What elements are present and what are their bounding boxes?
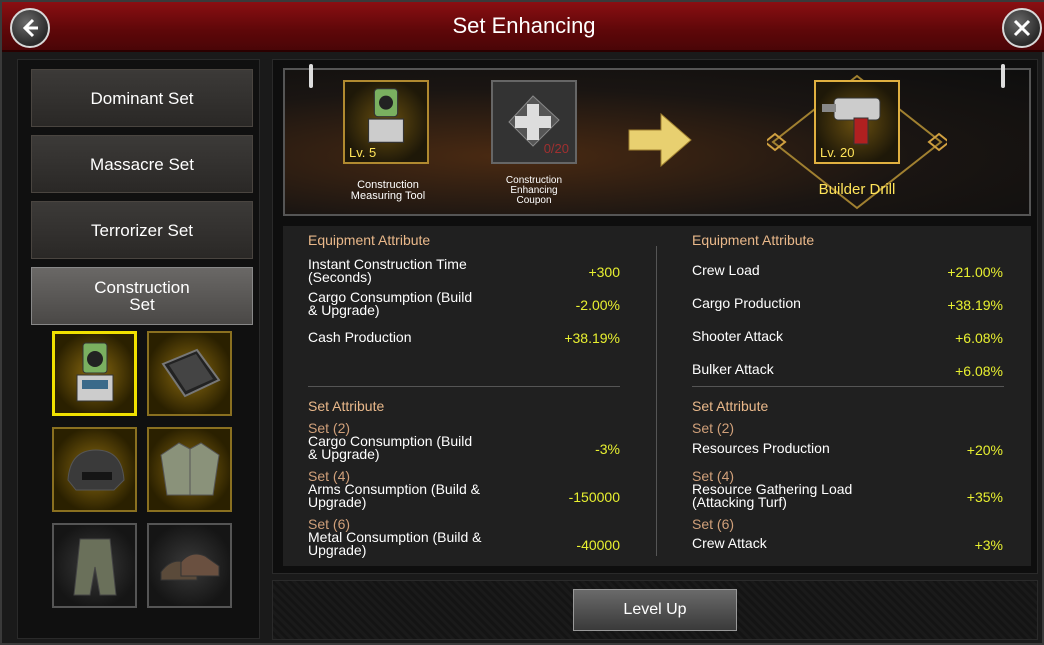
material-name: Construction Enhancing Coupon <box>505 175 563 206</box>
column-divider <box>656 246 657 556</box>
right-equipment-value: +6.08% <box>955 330 1003 346</box>
equipment-slot-tablet[interactable] <box>147 331 232 416</box>
jacket-icon <box>159 441 220 495</box>
left-set-value: -150000 <box>568 489 620 505</box>
helmet-icon <box>66 448 125 490</box>
close-button[interactable] <box>1002 8 1042 48</box>
set-button-dominant[interactable]: Dominant Set <box>31 69 253 127</box>
right-equipment-value: +38.19% <box>947 297 1003 313</box>
equipment-slot-jacket[interactable] <box>147 427 232 512</box>
material-count: 0/20 <box>543 141 569 156</box>
left-equipment-label: Cargo Consumption (Build & Upgrade) <box>308 289 473 318</box>
arrow-right-icon <box>628 112 692 168</box>
attributes-panel: Equipment Attribute Instant Construction… <box>283 226 1031 566</box>
result-item-slot[interactable]: Lv. 20 <box>814 80 900 164</box>
left-equipment-value: -2.00% <box>575 297 620 313</box>
left-equipment-label: Cash Production <box>308 329 412 345</box>
source-item-slot[interactable]: Lv. 5 <box>343 80 429 164</box>
right-equipment-value: +6.08% <box>955 363 1003 379</box>
left-set-value: -40000 <box>576 537 620 553</box>
measuring-tool-icon <box>367 88 405 143</box>
left-equipment-header: Equipment Attribute <box>308 232 431 248</box>
left-set-header: Set Attribute <box>308 398 385 414</box>
right-set-label: Crew Attack <box>692 535 767 551</box>
left-equipment-value: +300 <box>588 264 620 280</box>
equipment-slot-helmet[interactable] <box>52 427 137 512</box>
measuring-tool-icon <box>76 342 113 401</box>
set-button-construction[interactable]: Construction Set <box>31 267 253 325</box>
divider <box>308 386 620 387</box>
right-equipment-label: Crew Load <box>692 262 760 278</box>
tablet-icon <box>160 348 221 397</box>
pin <box>1001 64 1005 88</box>
set-enhancing-window: Set Enhancing Dominant Set Massacre Set … <box>0 0 1044 645</box>
set-tier-label: Set (2) <box>692 420 735 436</box>
close-icon <box>1013 19 1031 37</box>
action-bar: Level Up <box>272 580 1038 640</box>
source-item-name: Construction Measuring Tool <box>350 179 426 202</box>
shoes-icon <box>160 553 219 580</box>
divider <box>692 386 1004 387</box>
equipment-slot-overalls[interactable] <box>52 523 137 608</box>
material-slot[interactable]: 0/20 <box>491 80 577 164</box>
result-item-level: Lv. 20 <box>820 145 855 160</box>
left-set-value: -3% <box>595 441 620 457</box>
set-button-terrorizer[interactable]: Terrorizer Set <box>31 201 253 259</box>
equipment-slot-shoes[interactable] <box>147 523 232 608</box>
set-list-panel: Dominant Set Massacre Set Terrorizer Set… <box>17 59 260 639</box>
result-item-name: Builder Drill <box>818 181 896 198</box>
enhance-panel: Lv. 5 Construction Measuring Tool 0/20 C… <box>272 59 1038 574</box>
right-set-value: +3% <box>974 537 1003 553</box>
pin <box>309 64 313 88</box>
left-equipment-label: Instant Construction Time (Seconds) <box>308 256 467 285</box>
enhance-banner: Lv. 5 Construction Measuring Tool 0/20 C… <box>283 64 1031 216</box>
source-item-level: Lv. 5 <box>349 145 377 160</box>
right-equipment-label: Shooter Attack <box>692 328 784 344</box>
right-equipment-label: Cargo Production <box>692 295 801 311</box>
title-bar: Set Enhancing <box>2 2 1044 52</box>
window-title: Set Enhancing <box>452 13 596 38</box>
right-equipment-label: Bulker Attack <box>692 361 774 377</box>
right-set-label: Resources Production <box>692 440 830 456</box>
equipment-slot-measuring-tool[interactable] <box>52 331 137 416</box>
right-set-header: Set Attribute <box>692 398 769 414</box>
right-set-value: +20% <box>966 442 1003 458</box>
overalls-icon <box>72 538 117 595</box>
set-button-massacre[interactable]: Massacre Set <box>31 135 253 193</box>
right-set-label: Resource Gathering Load (Attacking Turf) <box>692 481 853 510</box>
level-up-button[interactable]: Level Up <box>573 589 737 631</box>
left-equipment-value: +38.19% <box>564 330 620 346</box>
left-set-label: Cargo Consumption (Build & Upgrade) <box>308 433 473 462</box>
right-equipment-value: +21.00% <box>947 264 1003 280</box>
left-set-label: Metal Consumption (Build & Upgrade) <box>308 529 482 558</box>
left-set-label: Arms Consumption (Build & Upgrade) <box>308 481 480 510</box>
right-equipment-header: Equipment Attribute <box>692 232 815 248</box>
right-set-value: +35% <box>966 489 1003 505</box>
set-tier-label: Set (6) <box>692 516 735 532</box>
